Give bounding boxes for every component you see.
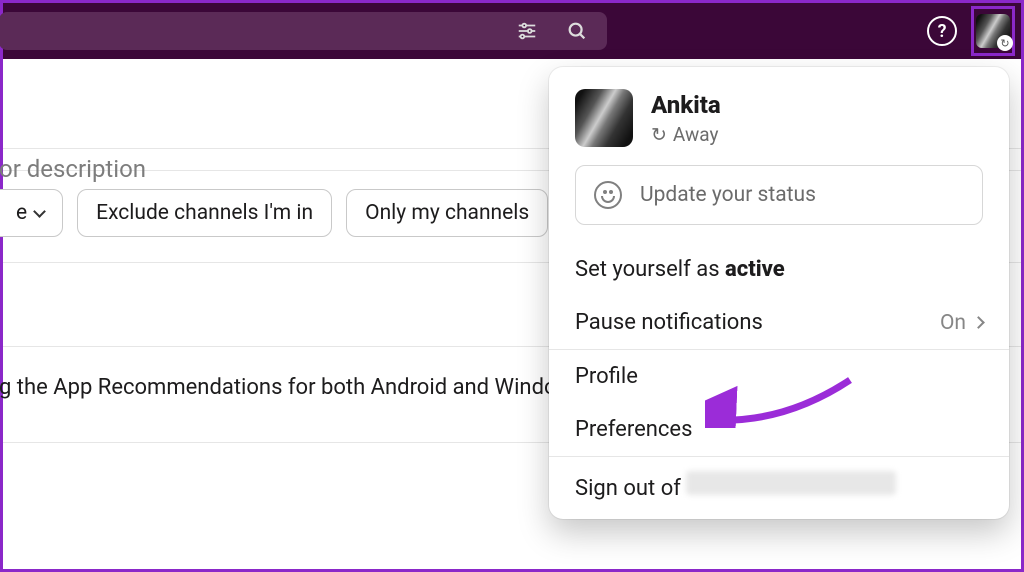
avatar-highlight: ↻ [971,6,1015,56]
chip-label: e [16,201,27,225]
set-active-item[interactable]: Set yourself as active [549,243,1009,296]
away-icon: ↻ [651,123,667,146]
preferences-item[interactable]: Preferences [549,403,1009,456]
status-placeholder: Update your status [640,183,816,207]
filter-chip-only-mine[interactable]: Only my channels [346,189,548,237]
filter-icon[interactable] [509,13,545,49]
set-active-prefix: Set yourself as [575,257,725,282]
pause-notifications-item[interactable]: Pause notifications On [549,296,1009,349]
filter-chip-type[interactable]: e [0,189,63,237]
sign-out-prefix: Sign out of [575,476,686,501]
help-button[interactable]: ? [927,16,957,46]
chevron-right-icon [972,316,985,329]
smiley-icon [594,181,622,209]
search-icon[interactable] [559,13,595,49]
pause-notifications-label: Pause notifications [575,310,763,335]
user-menu: Ankita ↻ Away Update your status Set you… [549,67,1009,519]
search-bar[interactable] [0,12,607,50]
set-active-strong: active [725,257,785,282]
pause-notifications-value: On [940,311,966,335]
profile-item[interactable]: Profile [549,350,1009,403]
presence-status: ↻ Away [651,123,721,146]
update-status-input[interactable]: Update your status [575,165,983,225]
preferences-label: Preferences [575,417,692,442]
presence-label: Away [673,123,719,146]
away-presence-icon: ↻ [997,35,1013,51]
annotation-frame: ? ↻ or description e Exclude channels I'… [0,0,1024,572]
chip-label: Only my channels [365,201,529,225]
user-name: Ankita [651,91,721,119]
workspace-name-blurred [686,471,896,495]
topbar: ? ↻ [3,3,1021,59]
sign-out-item[interactable]: Sign out of [549,457,1009,515]
profile-label: Profile [575,364,638,389]
chevron-down-icon [33,205,46,218]
profile-avatar-button[interactable]: ↻ [976,14,1010,48]
filter-chip-exclude[interactable]: Exclude channels I'm in [77,189,332,237]
chip-label: Exclude channels I'm in [96,201,313,225]
profile-avatar [575,89,633,147]
